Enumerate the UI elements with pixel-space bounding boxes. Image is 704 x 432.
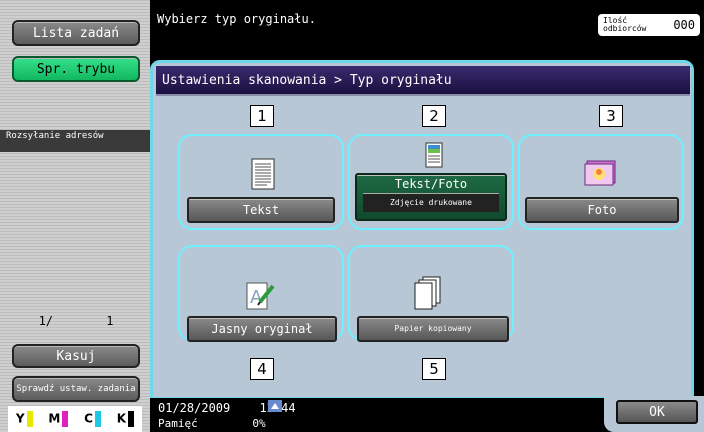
- light-original-button[interactable]: Jasny oryginał: [187, 316, 337, 342]
- svg-text:A: A: [250, 287, 263, 308]
- option-number-3: 3: [599, 105, 623, 127]
- toner-yellow: Y: [16, 411, 33, 427]
- page-indicator: 1/ 1: [12, 308, 140, 334]
- recipients-label: Ilość odbiorców: [603, 16, 647, 33]
- copied-paper-button[interactable]: Papier kopiowany: [357, 316, 509, 342]
- memory-status: Pamięć 0%: [158, 418, 266, 430]
- mode-check-button[interactable]: Spr. trybu: [12, 56, 140, 82]
- text-document-icon: [251, 158, 275, 190]
- delete-button[interactable]: Kasuj: [12, 344, 140, 368]
- page-current: 1/: [38, 314, 54, 328]
- ok-button[interactable]: OK: [616, 400, 698, 424]
- option-number-4: 4: [250, 358, 274, 380]
- memory-label: Pamięć: [158, 417, 198, 430]
- toner-magenta: M: [48, 411, 69, 427]
- check-job-settings-button[interactable]: Sprawdź ustaw. zadania: [12, 376, 140, 402]
- toner-levels: Y M C K: [8, 406, 142, 432]
- page-total: 1: [106, 314, 114, 328]
- printed-photo-sublabel: Zdjęcie drukowane: [363, 193, 499, 212]
- photo-icon: [584, 160, 616, 186]
- recipients-counter: Ilość odbiorców 000: [598, 14, 700, 36]
- text-photo-label: Tekst/Foto: [394, 177, 468, 191]
- broadcast-address-label[interactable]: Rozsyłanie adresów: [0, 130, 150, 152]
- toner-yellow-bar: [26, 411, 33, 427]
- instruction-message: Wybierz typ oryginału.: [157, 12, 316, 26]
- text-photo-icon: [425, 142, 443, 168]
- toner-cyan-bar: [94, 411, 101, 427]
- option-number-1: 1: [250, 105, 274, 127]
- memory-value: 0%: [252, 417, 266, 430]
- breadcrumb: Ustawienia skanowania > Typ oryginału: [156, 66, 690, 96]
- text-photo-button[interactable]: Tekst/Foto Zdjęcie drukowane: [355, 173, 507, 221]
- date-value: 01/28/2009: [158, 401, 231, 415]
- toner-cyan: C: [84, 411, 101, 427]
- option-number-5: 5: [422, 358, 446, 380]
- copied-paper-label: Papier kopiowany: [394, 324, 472, 333]
- copied-paper-icon: [414, 276, 441, 310]
- light-original-icon: A: [246, 282, 275, 310]
- photo-button[interactable]: Foto: [525, 197, 679, 223]
- toner-black-bar: [128, 411, 135, 427]
- text-button[interactable]: Tekst: [187, 197, 335, 223]
- toner-magenta-bar: [62, 411, 69, 427]
- option-number-2: 2: [422, 105, 446, 127]
- network-status-icon: [268, 400, 282, 412]
- toner-black: K: [117, 411, 135, 427]
- job-list-button[interactable]: Lista zadań: [12, 20, 140, 46]
- recipients-count: 000: [673, 18, 695, 32]
